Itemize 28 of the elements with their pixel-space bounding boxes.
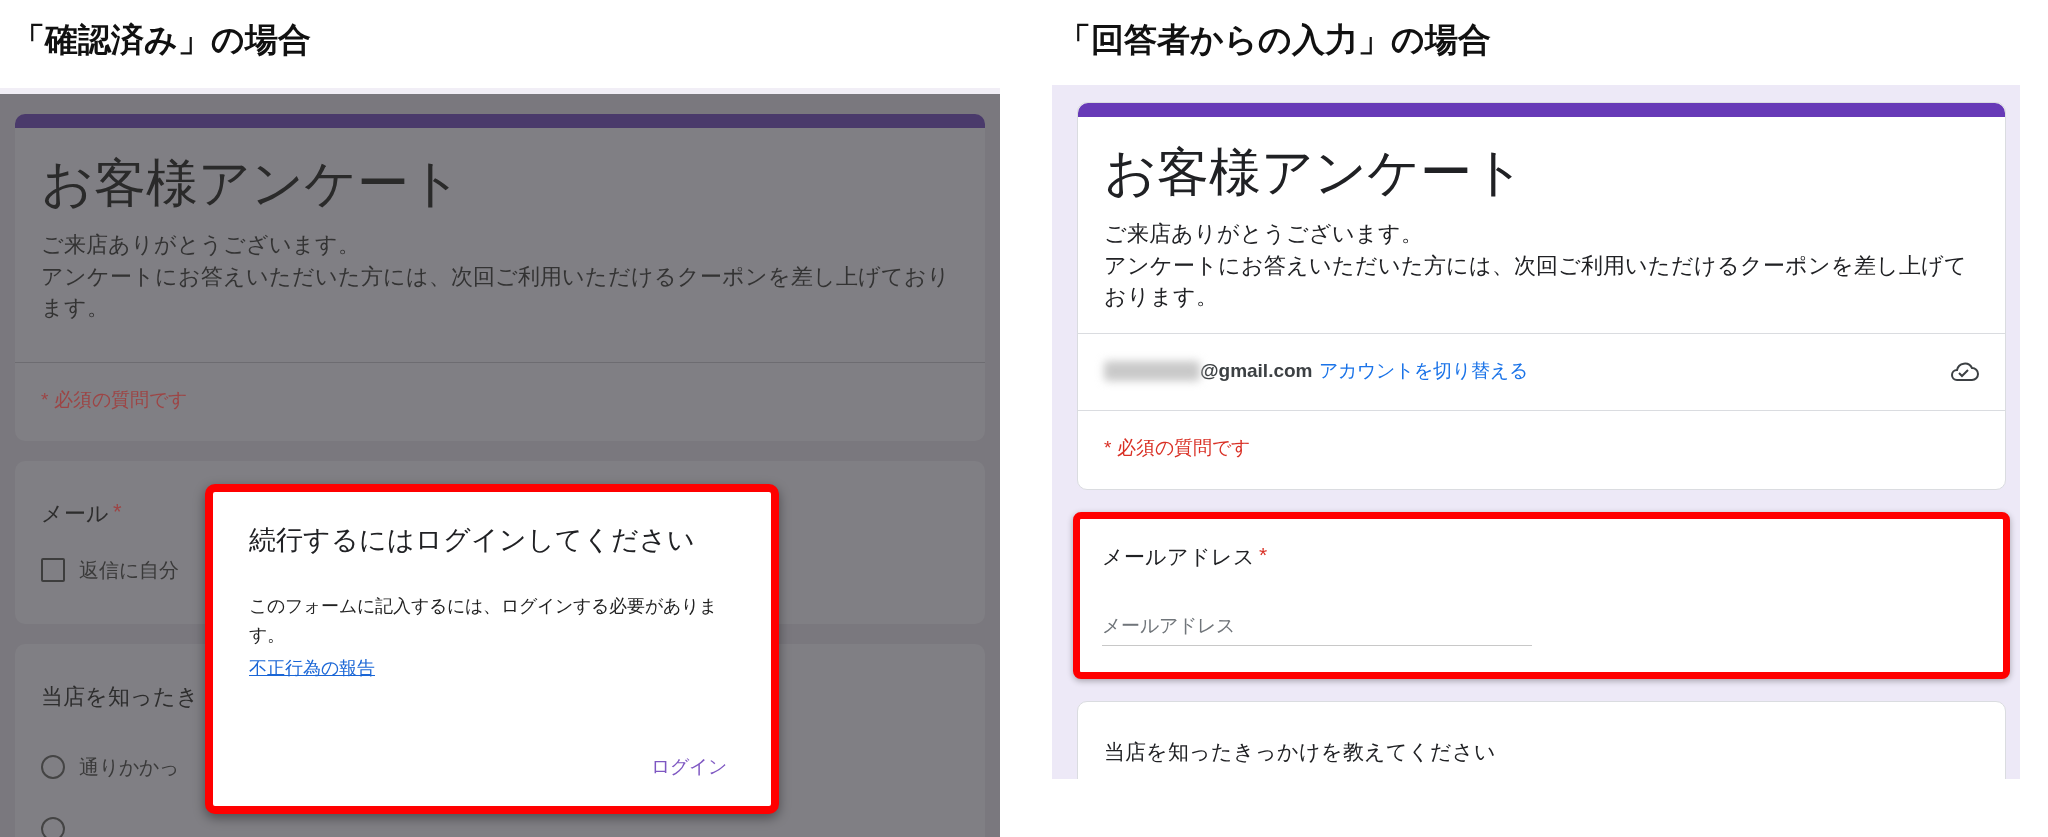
checkbox[interactable]	[41, 558, 65, 583]
option-label: 通りかかっ	[79, 754, 179, 780]
dialog-title: 続行するにはログインしてください	[249, 524, 696, 557]
question-label: 当店を知ったき	[41, 682, 199, 711]
report-link[interactable]: 不正行為の報告	[249, 655, 375, 680]
required-mark: *	[1259, 542, 1268, 568]
required-note: * 必須の質問です	[40, 387, 188, 412]
form-title: お客様アンケート	[1103, 142, 1526, 203]
form-description: アンケートにお答えいただいた方には、次回ご利用いただけるクーポンを差し上げております。	[41, 263, 951, 322]
question-label: 当店を知ったきっかけを教えてください	[1104, 739, 1496, 763]
radio-button[interactable]	[41, 816, 65, 837]
form-description: ご来店ありがとうございます。	[1104, 221, 1424, 249]
account-email: @gmail.com	[1200, 359, 1313, 382]
section-heading: 「回答者からの入力」の場合	[1057, 19, 1492, 60]
form-description: アンケートにお答えいただいた方には、次回ご利用いただけるクーポンを差し上げております。	[1104, 252, 1968, 311]
switch-account-link[interactable]: アカウントを切り替える	[1318, 357, 1528, 384]
question-label: メール	[41, 499, 109, 528]
section-heading: 「確認済み」の場合	[11, 19, 312, 60]
question-label: メールアドレス	[1102, 543, 1255, 570]
email-input-field[interactable]: メールアドレス	[1102, 606, 1532, 646]
form-title: お客様アンケート	[40, 153, 463, 214]
required-mark: *	[113, 498, 122, 526]
checkbox-label: 返信に自分	[79, 557, 179, 583]
required-note: * 必須の質問です	[1103, 435, 1251, 460]
radio-button[interactable]	[41, 755, 65, 780]
form-description: ご来店ありがとうございます。	[41, 232, 361, 260]
login-button[interactable]: ログイン	[643, 748, 735, 786]
dialog-message: このフォームに記入するには、ログインする必要があります。	[249, 595, 718, 647]
